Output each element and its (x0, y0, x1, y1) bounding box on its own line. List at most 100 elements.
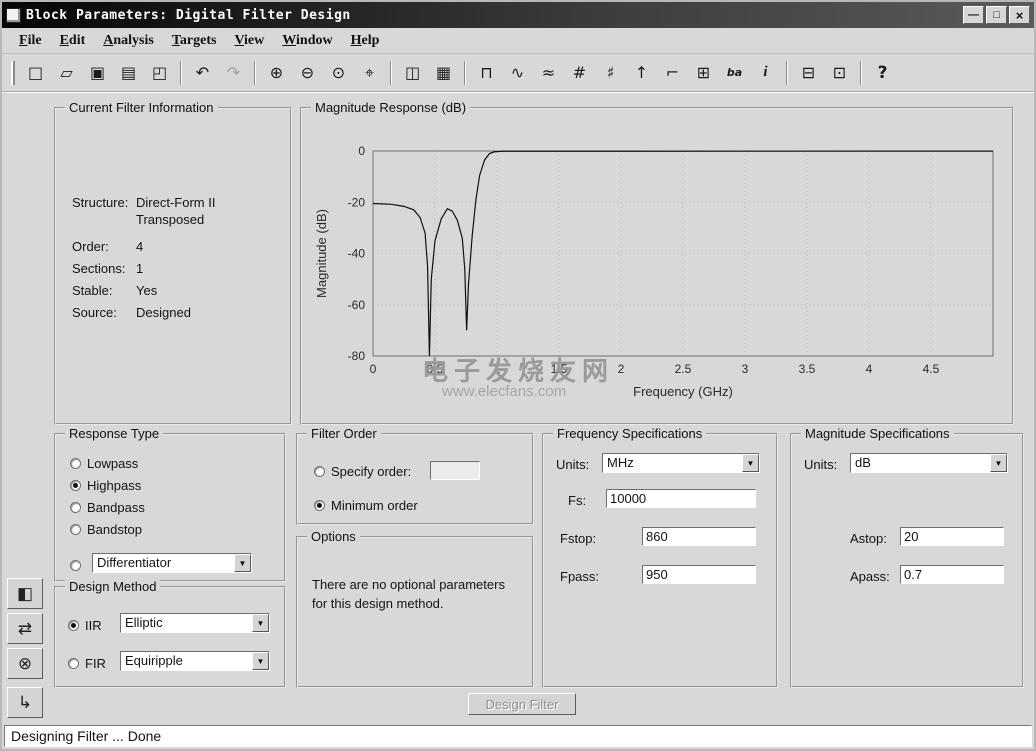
structure-row: Structure: Direct-Form II (72, 195, 216, 210)
mag-phase-response-button[interactable]: ≈ (535, 59, 562, 86)
source-row: Source: Designed (72, 305, 191, 320)
zoom-default-button[interactable]: ⊙ (325, 59, 352, 86)
chevron-down-icon[interactable] (742, 454, 759, 472)
specify-order-input[interactable] (430, 461, 480, 480)
differentiator-dropdown[interactable]: Differentiator (92, 553, 252, 573)
realize-model-button[interactable]: ⊟ (795, 59, 822, 86)
chevron-down-icon[interactable] (234, 554, 251, 572)
restore-button[interactable]: □ (986, 6, 1007, 24)
menu-edit[interactable]: Edit (51, 30, 95, 52)
new-file-button[interactable]: □ (22, 59, 49, 86)
step-response-button[interactable]: ⌐ (659, 59, 686, 86)
minimize-button[interactable]: — (963, 6, 984, 24)
radio-fir[interactable]: FIR (68, 655, 106, 671)
redo-button[interactable]: ↷ (220, 59, 247, 86)
transform-filter-button[interactable]: ⇄ (7, 613, 43, 644)
magnitude-response-plot[interactable]: 0 0.5 1 1.5 2 2.5 3 3.5 4 4.50-20-40-60-80Frequen… (308, 121, 1008, 421)
menu-file[interactable]: File (10, 30, 51, 52)
set-quantization-button[interactable]: ◧ (7, 578, 43, 609)
radio-circle (68, 657, 79, 669)
radio-bandstop[interactable]: Bandstop (70, 521, 142, 537)
apass-input[interactable] (900, 565, 1004, 584)
zoom-in-button[interactable]: ⊕ (263, 59, 290, 86)
print-button[interactable]: ▤ (115, 59, 142, 86)
open-file-button[interactable]: ▱ (53, 59, 80, 86)
filter-coefficients-button[interactable]: ba (721, 59, 748, 86)
dialog-content: Current Filter Information Structure: Dir… (2, 92, 1034, 723)
minimize-icon: — (968, 8, 979, 21)
magnitude-units-dropdown[interactable]: dB (850, 453, 1008, 473)
svg-text:Magnitude (dB): Magnitude (dB) (314, 209, 329, 298)
fstop-input[interactable] (642, 527, 756, 546)
svg-text:Frequency (GHz): Frequency (GHz) (633, 384, 733, 399)
radio-iir[interactable]: IIR (68, 617, 102, 633)
radio-bandpass[interactable]: Bandpass (70, 499, 145, 515)
menu-window[interactable]: Window (273, 30, 341, 52)
filter-order-group: Filter Order Specify order: Minimum orde… (296, 426, 534, 525)
svg-text:-60: -60 (348, 298, 366, 312)
fpass-input[interactable] (642, 565, 756, 584)
zoom-out-button[interactable]: ⊖ (294, 59, 321, 86)
radio-circle (70, 457, 81, 469)
sos-scaling-button[interactable]: ⊡ (826, 59, 853, 86)
import-filter-button[interactable]: ↳ (7, 687, 43, 718)
stable-row: Stable: Yes (72, 283, 158, 298)
frequency-units-dropdown[interactable]: MHz (602, 453, 760, 473)
menu-help[interactable]: Help (342, 30, 389, 52)
radio-lowpass[interactable]: Lowpass (70, 455, 138, 471)
chevron-down-icon[interactable] (990, 454, 1007, 472)
titlebar[interactable]: Block Parameters: Digital Filter Design … (2, 2, 1034, 28)
menu-analysis[interactable]: Analysis (94, 30, 163, 52)
pole-zero-plot-button[interactable]: ⊞ (690, 59, 717, 86)
radio-circle (70, 501, 81, 513)
menu-view[interactable]: View (225, 30, 273, 52)
svg-text:4.5: 4.5 (923, 362, 940, 376)
fir-method-dropdown[interactable]: Equiripple (120, 651, 270, 671)
copy-figure-button[interactable]: ◫ (399, 59, 426, 86)
astop-input[interactable] (900, 527, 1004, 546)
radio-specify-order[interactable]: Specify order: (314, 463, 411, 479)
group-title: Options (307, 529, 360, 544)
phase-response-button[interactable]: ∿ (504, 59, 531, 86)
chevron-down-icon[interactable] (252, 614, 269, 632)
close-button[interactable]: × (1009, 6, 1030, 24)
chevron-down-icon[interactable] (252, 652, 269, 670)
transform-filter-icon: ⇄ (17, 618, 33, 638)
radio-circle (70, 523, 81, 535)
units-label: Units: (556, 457, 590, 472)
radio-circle (70, 559, 81, 571)
pole-zero-editor-button[interactable]: ⊗ (7, 648, 43, 679)
impulse-response-button[interactable]: ↑ (628, 59, 655, 86)
iir-method-dropdown[interactable]: Elliptic (120, 613, 270, 633)
close-icon: × (1015, 7, 1024, 23)
toolbar-separator (464, 60, 466, 85)
phase-delay-button[interactable]: ♯ (597, 59, 624, 86)
print-preview-button[interactable]: ◰ (146, 59, 173, 86)
magnitude-response-button[interactable]: ⊓ (473, 59, 500, 86)
svg-text:0: 0 (358, 144, 365, 158)
full-view-button[interactable]: ⌖ (356, 59, 383, 86)
toolbar-grip[interactable] (11, 60, 15, 85)
radio-differentiator[interactable] (70, 557, 81, 573)
toolbar-separator (254, 60, 256, 85)
sections-row: Sections: 1 (72, 261, 144, 276)
fs-input[interactable] (606, 489, 756, 508)
design-filter-button[interactable]: Design Filter (468, 693, 576, 715)
magnitude-specifications-group: Magnitude Specifications Units: dB Astop… (790, 426, 1024, 688)
whats-this-help-button[interactable]: ? (869, 59, 896, 86)
toolbar-separator (390, 60, 392, 85)
menu-targets[interactable]: Targets (163, 30, 226, 52)
radio-highpass[interactable]: Highpass (70, 477, 141, 493)
group-delay-button[interactable]: # (566, 59, 593, 86)
fda-link-button[interactable]: ▦ (430, 59, 457, 86)
group-title: Design Method (65, 579, 161, 594)
structure-row-2: Transposed (136, 212, 205, 227)
svg-text:0: 0 (370, 362, 377, 376)
filter-info-button[interactable]: i (752, 59, 779, 86)
window-controls: — □ × (963, 6, 1030, 24)
svg-text:4: 4 (866, 362, 873, 376)
save-button[interactable]: ▣ (84, 59, 111, 86)
radio-minimum-order[interactable]: Minimum order (314, 497, 418, 513)
radio-circle-checked (314, 499, 325, 511)
undo-button[interactable]: ↶ (189, 59, 216, 86)
